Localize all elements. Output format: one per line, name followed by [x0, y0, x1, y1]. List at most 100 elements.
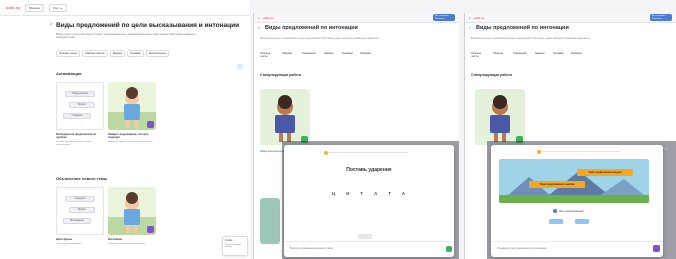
filter-tabs: Опорные тексты Образцы Упражнения Задани… [471, 52, 585, 58]
check-button[interactable] [358, 234, 372, 239]
section-heading: Стимулирующая работа [471, 73, 512, 77]
top-bar: ≡ uchi.ru Все задания / Шаблоны [465, 13, 676, 23]
menu-icon[interactable]: ≡ [258, 16, 260, 20]
panel-intonation-exercise: ≡ uchi.ru Все задания / Шаблоны ‹ Виды п… [464, 13, 676, 259]
tab-tasks[interactable]: Задания [324, 52, 336, 58]
topbar-tab-study[interactable]: Учит ▲ [48, 3, 68, 12]
answer-pill: Утвердить [63, 113, 91, 119]
answer-pill: Вопрос [69, 102, 95, 108]
tab-exercises[interactable]: Упражнения [302, 52, 318, 58]
tab-support[interactable]: Опорные тексты [471, 52, 487, 58]
card-subtitle: Учим виды предложений [56, 243, 82, 245]
filter-tabs: Опорные тексты Образцы Упражнения Задани… [260, 52, 374, 58]
page-description: Восклицательные и невосклицательные пред… [471, 37, 591, 40]
next-button[interactable] [446, 246, 452, 252]
all-tasks-button[interactable]: Все задания / Шаблоны [433, 13, 455, 22]
section-heading: Объяснение нового темы [56, 176, 108, 181]
exercise-card-image[interactable] [475, 89, 525, 145]
close-icon[interactable]: × [665, 147, 667, 151]
sign-wrong[interactable]: Тема предложения ошибка [529, 181, 585, 188]
progress-bar [541, 151, 621, 152]
tab-samples[interactable]: Образцы [282, 52, 296, 58]
sign-correct[interactable]: Тема предложения верна! [577, 169, 633, 176]
play-button[interactable] [147, 226, 154, 233]
page-title: Виды предложений по интонации [265, 25, 358, 31]
tab-trainer[interactable]: Тренажер [553, 52, 565, 58]
logo[interactable]: uchi.ru [6, 5, 20, 10]
answer-pill: Восклицание [63, 218, 91, 224]
letters-row: Ц И Т А Т А [332, 191, 405, 196]
intonation-modal: Тема предложения верна! Тема предложения… [491, 145, 663, 257]
exercise-card-image[interactable] [108, 187, 156, 235]
menu-icon[interactable]: ≡ [469, 16, 471, 20]
letter[interactable]: И [346, 191, 349, 196]
answer-pill: Побудительное [65, 91, 95, 97]
panel-lesson-list: uchi.ru Музыка Учит ▲ ‹ Виды предложений… [0, 0, 250, 259]
card-title: Цель фразы [56, 238, 73, 241]
page-description: Видео-урок по русскому языку 3 класс: во… [56, 33, 197, 40]
scroll-indicator[interactable] [237, 64, 243, 69]
tab-extra[interactable]: Дополнительно [145, 50, 170, 57]
tab-samples[interactable]: Образцы ответов [82, 50, 108, 57]
back-arrow-icon[interactable]: ‹ [258, 25, 260, 31]
card-subtitle: Выберите вариант ответа из предложенных [108, 141, 153, 143]
bell-icon: ▲ [60, 5, 64, 10]
page-title: Виды предложений по интонации [476, 25, 569, 31]
card-title: Распределите предложения по группам [56, 133, 97, 140]
tab-support[interactable]: Опорные тексты [56, 50, 81, 57]
modal-title: Поставь ударение [346, 167, 392, 173]
tab-exercises[interactable]: Упражнения [513, 52, 529, 58]
footer-text: Определите вид предложения по интонации [497, 247, 547, 250]
exercise-card-sort[interactable]: Утвердить Вопрос Восклицание [56, 187, 104, 235]
topbar-tab-music[interactable]: Музыка [25, 3, 44, 12]
back-arrow-icon[interactable]: ‹ [50, 22, 52, 28]
letter[interactable]: А [374, 191, 377, 196]
letter[interactable]: А [402, 191, 405, 196]
section-heading: Стимулирующая работа [260, 73, 301, 77]
play-button[interactable] [147, 121, 154, 128]
stress-modal: Поставь ударение Ц И Т А Т А Выберите пр… [284, 145, 454, 257]
card-title: Интонация [108, 238, 122, 241]
question-row: Это предложение? [553, 209, 584, 213]
close-icon[interactable]: × [451, 147, 453, 151]
popup-title: Cookie [225, 239, 233, 242]
logo[interactable]: uchi.ru [263, 16, 274, 20]
popup-text: Мы используем файлы [225, 244, 241, 248]
card-subtitle: Слушаем и повторяем предложения [108, 243, 146, 245]
tab-tasks[interactable]: Задания [535, 52, 547, 58]
letter[interactable]: Т [360, 191, 363, 196]
all-tasks-button[interactable]: Все задания / Шаблоны [650, 13, 672, 22]
top-bar: uchi.ru Музыка Учит ▲ [0, 0, 250, 16]
card-subtitle: Укажите вид предложения по цели высказыв… [56, 141, 92, 146]
speaker-icon[interactable] [553, 209, 557, 213]
top-bar: ≡ uchi.ru Все задания / Шаблоны [254, 13, 459, 23]
tab-check[interactable]: Проверка [571, 52, 585, 58]
answer-button-no[interactable] [575, 219, 589, 224]
logo[interactable]: uchi.ru [474, 16, 485, 20]
exercise-card-image[interactable] [108, 82, 156, 130]
card-title: Найдите предложение, которое подходит [108, 133, 149, 140]
tab-trainer[interactable]: Тренажёр [127, 50, 144, 57]
tab-samples[interactable]: Образцы [493, 52, 507, 58]
tab-support[interactable]: Опорные тексты [260, 52, 276, 58]
tab-tasks[interactable]: Задания [109, 50, 126, 57]
next-button[interactable] [653, 245, 660, 252]
back-arrow-icon[interactable]: ‹ [469, 25, 471, 31]
letter[interactable]: Ц [332, 191, 335, 196]
answer-pill: Вопрос [69, 207, 95, 213]
page-title: Виды предложений по цели высказывания и … [56, 22, 240, 29]
side-popup[interactable]: Cookie Мы используем файлы [222, 236, 248, 256]
answer-button-yes[interactable] [549, 219, 563, 224]
tab-check[interactable]: Проверка [360, 52, 374, 58]
progress-bar [328, 152, 408, 153]
exercise-card-image[interactable] [260, 89, 310, 145]
question-text: Это предложение? [559, 209, 584, 213]
letter[interactable]: Т [388, 191, 391, 196]
exercise-card-sort[interactable]: Побудительное Вопрос Утвердить [56, 82, 104, 130]
page-description: Восклицательные и невосклицательные пред… [260, 37, 380, 40]
footer-text: Выберите правильный вариант ответа [290, 247, 333, 250]
exercise-card-image[interactable] [260, 198, 280, 244]
filter-tabs: Опорные тексты Образцы ответов Задания Т… [56, 50, 170, 57]
section-heading: Активизация [56, 71, 82, 76]
tab-trainer[interactable]: Тренажер [342, 52, 354, 58]
